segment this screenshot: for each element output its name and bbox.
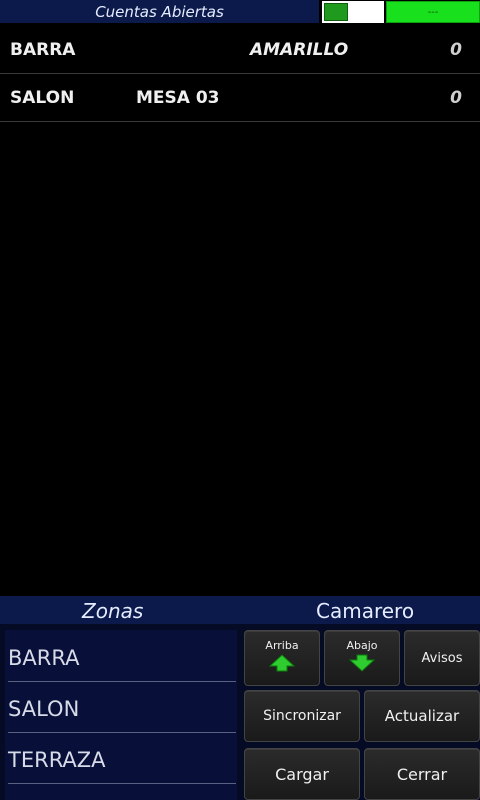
account-row[interactable]: BARRA AMARILLO 0 [0,26,480,74]
arrow-up-icon [269,654,295,672]
zones-list: BARRA SALON TERRAZA [5,630,237,800]
sync-button[interactable]: Sincronizar [244,690,360,742]
refresh-label: Actualizar [384,707,460,725]
account-zone: BARRA [10,40,76,60]
control-panel: BARRA SALON TERRAZA Arriba Abajo Avisos … [0,624,480,800]
account-amount: 0 [450,40,462,60]
account-table: MESA 03 [136,88,220,108]
zone-item-label: SALON [8,697,80,721]
notices-button[interactable]: Avisos [404,630,480,686]
notices-label: Avisos [421,650,463,666]
scroll-down-button[interactable]: Abajo [324,630,400,686]
status-badge: --- [386,1,480,23]
waiter-heading[interactable]: Camarero [316,599,414,623]
top-bar: Cuentas Abiertas --- [0,0,480,24]
scroll-down-label: Abajo [346,639,378,652]
zone-item-barra[interactable]: BARRA [8,632,236,682]
page-title: Cuentas Abiertas [95,2,224,21]
scroll-up-label: Arriba [265,639,299,652]
zone-item-label: BARRA [8,646,80,670]
account-waiter: AMARILLO [250,40,349,60]
scroll-up-button[interactable]: Arriba [244,630,320,686]
status-text: --- [427,6,439,18]
close-button[interactable]: Cerrar [364,748,480,800]
zone-item-label: TERRAZA [8,748,106,772]
account-amount: 0 [450,88,462,108]
zone-item-salon[interactable]: SALON [8,683,236,733]
open-accounts-list: BARRA AMARILLO 0 SALON MESA 03 0 [0,26,480,122]
account-row[interactable]: SALON MESA 03 0 [0,74,480,122]
connection-status-icon [324,3,348,21]
account-zone: SALON [10,88,75,108]
zone-item-terraza[interactable]: TERRAZA [8,734,236,784]
header-title-bar: Cuentas Abiertas [0,0,319,23]
zones-heading: Zonas [82,599,144,623]
connection-indicator [322,1,384,23]
section-header-bar: Zonas Camarero [0,596,480,624]
refresh-button[interactable]: Actualizar [364,690,480,742]
load-button[interactable]: Cargar [244,748,360,800]
arrow-down-icon [349,654,375,672]
close-label: Cerrar [396,764,448,784]
load-label: Cargar [275,764,329,784]
sync-label: Sincronizar [263,708,341,724]
